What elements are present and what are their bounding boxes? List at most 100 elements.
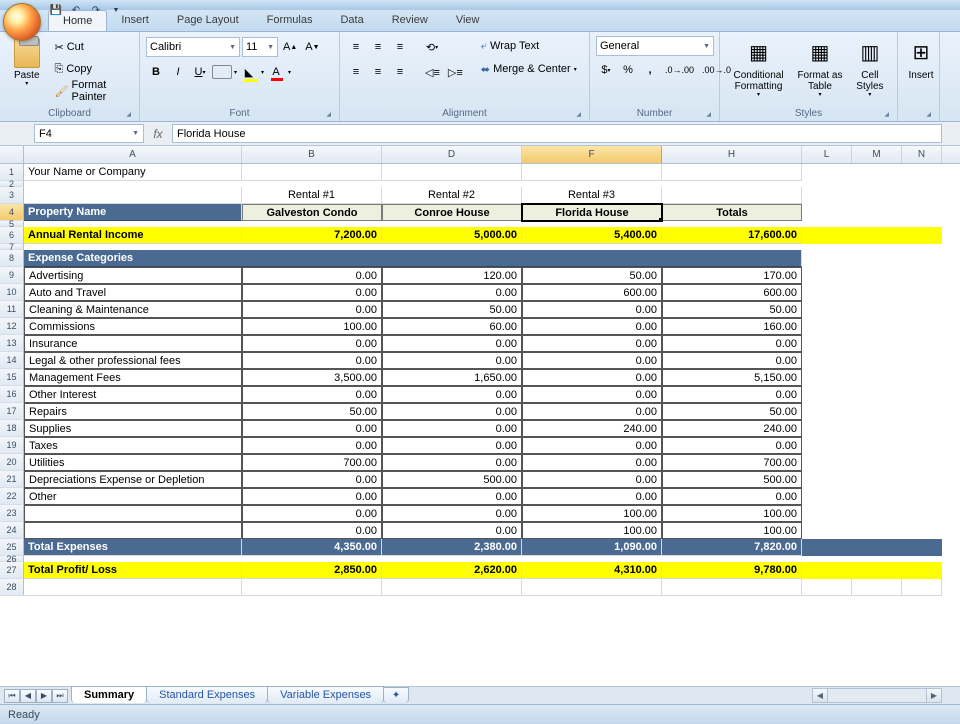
row-header[interactable]: 28 xyxy=(0,579,24,596)
row-header[interactable]: 12 xyxy=(0,318,24,335)
grow-font-button[interactable]: A▲ xyxy=(280,37,300,57)
cell[interactable]: 0.00 xyxy=(242,352,382,369)
cell[interactable] xyxy=(902,539,942,556)
cell[interactable] xyxy=(852,562,902,579)
row-header[interactable]: 3 xyxy=(0,187,24,204)
cell[interactable] xyxy=(522,579,662,596)
cell[interactable]: 100.00 xyxy=(242,318,382,335)
cell[interactable] xyxy=(902,437,942,454)
cell[interactable]: 0.00 xyxy=(382,335,522,352)
cell[interactable] xyxy=(852,386,902,403)
cell[interactable]: 0.00 xyxy=(662,386,802,403)
tab-nav-first-icon[interactable]: ⏮ xyxy=(4,689,20,703)
col-header-H[interactable]: H xyxy=(662,146,802,163)
cell[interactable] xyxy=(852,335,902,352)
cell[interactable] xyxy=(802,250,852,267)
row-header[interactable]: 15 xyxy=(0,369,24,386)
cell[interactable]: 100.00 xyxy=(662,505,802,522)
cell[interactable] xyxy=(24,522,242,539)
qat-save-icon[interactable]: 💾 xyxy=(48,2,64,18)
cell[interactable]: Legal & other professional fees xyxy=(24,352,242,369)
office-button[interactable] xyxy=(3,3,41,41)
cell[interactable]: 0.00 xyxy=(382,437,522,454)
align-top-button[interactable]: ≡ xyxy=(346,37,366,57)
cell[interactable] xyxy=(902,488,942,505)
cell[interactable]: 50.00 xyxy=(662,403,802,420)
cell[interactable]: 120.00 xyxy=(382,267,522,284)
cell[interactable] xyxy=(802,454,852,471)
cell[interactable] xyxy=(852,318,902,335)
cell[interactable] xyxy=(852,522,902,539)
cell[interactable] xyxy=(902,227,942,244)
cell[interactable] xyxy=(852,227,902,244)
cell[interactable]: Annual Rental Income xyxy=(24,227,242,244)
cell[interactable]: 0.00 xyxy=(522,471,662,488)
increase-decimal-button[interactable]: .0→.00 xyxy=(662,60,697,80)
cell[interactable] xyxy=(902,522,942,539)
row-header[interactable]: 21 xyxy=(0,471,24,488)
cell[interactable]: 5,000.00 xyxy=(382,227,522,244)
sheet-tab-summary[interactable]: Summary xyxy=(71,686,147,703)
cell[interactable]: 0.00 xyxy=(662,352,802,369)
cell[interactable]: Other xyxy=(24,488,242,505)
cell[interactable]: 2,620.00 xyxy=(382,562,522,579)
cell[interactable]: Property Name xyxy=(24,204,242,221)
cell[interactable]: 4,310.00 xyxy=(522,562,662,579)
cell[interactable] xyxy=(852,187,902,204)
row-header[interactable]: 23 xyxy=(0,505,24,522)
row-header[interactable]: 27 xyxy=(0,562,24,579)
cell[interactable]: 0.00 xyxy=(522,454,662,471)
cell[interactable] xyxy=(802,403,852,420)
cell[interactable] xyxy=(902,164,942,181)
cell[interactable]: 0.00 xyxy=(242,335,382,352)
cell[interactable] xyxy=(852,579,902,596)
cell[interactable] xyxy=(242,164,382,181)
cell[interactable] xyxy=(852,471,902,488)
bold-button[interactable]: B xyxy=(146,62,166,82)
cell[interactable]: 0.00 xyxy=(522,488,662,505)
cell[interactable] xyxy=(802,352,852,369)
cell[interactable] xyxy=(902,471,942,488)
cell[interactable]: 1,650.00 xyxy=(382,369,522,386)
cell[interactable]: Management Fees xyxy=(24,369,242,386)
qat-redo-icon[interactable]: ↷ xyxy=(88,2,104,18)
row-header[interactable]: 13 xyxy=(0,335,24,352)
cell[interactable] xyxy=(902,335,942,352)
cell[interactable] xyxy=(802,579,852,596)
name-box[interactable]: F4▼ xyxy=(34,124,144,143)
ribbon-tab-formulas[interactable]: Formulas xyxy=(253,10,327,31)
cell[interactable] xyxy=(802,522,852,539)
cell[interactable]: 0.00 xyxy=(522,352,662,369)
cell[interactable] xyxy=(902,250,942,267)
cut-button[interactable]: ✂ Cut xyxy=(51,37,86,57)
cell[interactable]: 50.00 xyxy=(382,301,522,318)
cell[interactable]: 0.00 xyxy=(662,488,802,505)
cell[interactable]: 0.00 xyxy=(382,352,522,369)
cell[interactable] xyxy=(852,454,902,471)
cell[interactable] xyxy=(802,318,852,335)
row-header[interactable]: 24 xyxy=(0,522,24,539)
cell[interactable]: 0.00 xyxy=(382,284,522,301)
cell[interactable] xyxy=(902,267,942,284)
cell[interactable]: 0.00 xyxy=(382,420,522,437)
cell[interactable]: 0.00 xyxy=(382,505,522,522)
cell[interactable]: 0.00 xyxy=(242,471,382,488)
ribbon-tab-page-layout[interactable]: Page Layout xyxy=(163,10,253,31)
row-header[interactable]: 11 xyxy=(0,301,24,318)
cell[interactable]: 3,500.00 xyxy=(242,369,382,386)
align-right-button[interactable]: ≡ xyxy=(390,62,410,82)
cell[interactable]: 600.00 xyxy=(522,284,662,301)
cell[interactable]: 240.00 xyxy=(662,420,802,437)
sheet-tab-variable-expenses[interactable]: Variable Expenses xyxy=(267,686,384,703)
cell[interactable]: 9,780.00 xyxy=(662,562,802,579)
cell[interactable]: 0.00 xyxy=(522,335,662,352)
col-header-N[interactable]: N xyxy=(902,146,942,163)
row-header[interactable]: 14 xyxy=(0,352,24,369)
font-color-button[interactable]: A xyxy=(266,62,286,82)
cell[interactable]: Commissions xyxy=(24,318,242,335)
cell[interactable]: 0.00 xyxy=(382,403,522,420)
row-header[interactable]: 22 xyxy=(0,488,24,505)
cell[interactable] xyxy=(852,267,902,284)
cell[interactable]: 0.00 xyxy=(242,505,382,522)
cell[interactable]: 0.00 xyxy=(522,318,662,335)
